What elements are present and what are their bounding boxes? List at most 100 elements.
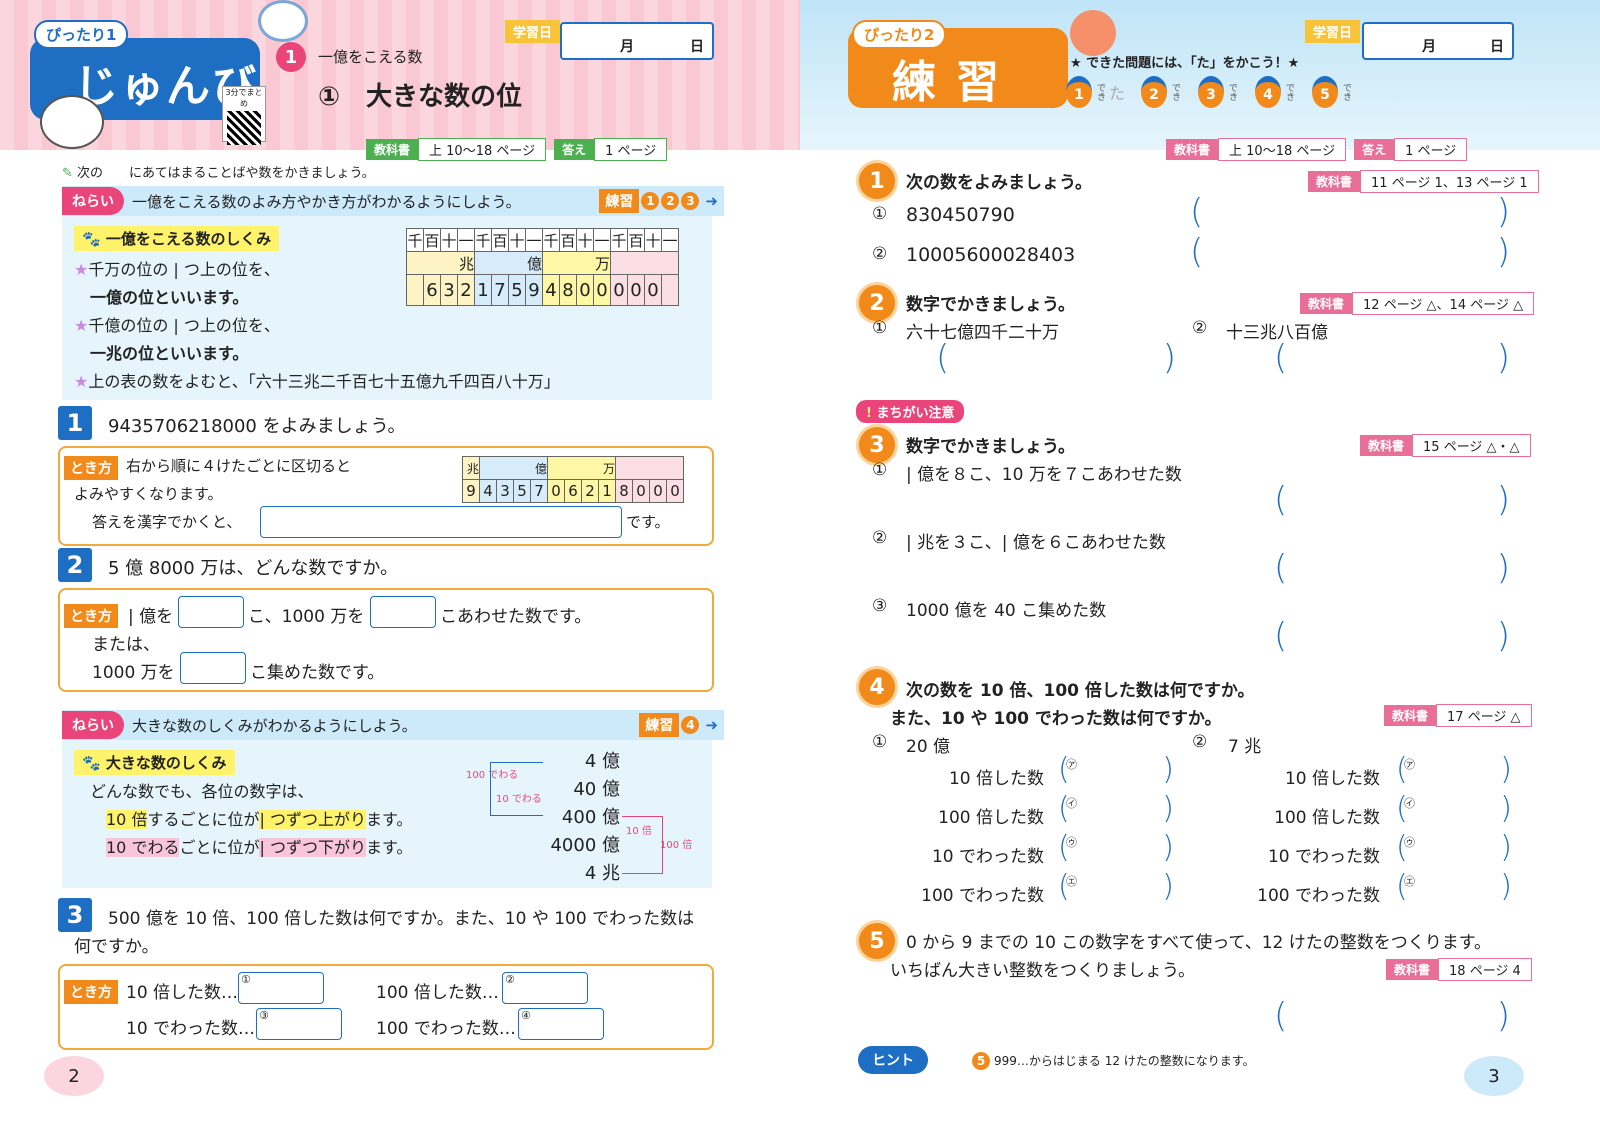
answer-paren-5[interactable]: () <box>1274 480 1510 524</box>
aim-bar-2: ねらい 大きな数のしくみがわかるようにしよう。 練習 4 ➜ <box>62 710 724 740</box>
question-ref: 教科書 15 ページ △・△ <box>1360 434 1531 457</box>
practice-num: 2 <box>661 192 680 210</box>
answer-tag: 答え <box>554 139 595 160</box>
answer-paren-6[interactable]: () <box>1274 548 1510 592</box>
place-head-cell: 十 <box>576 228 594 252</box>
hint-text: 100 倍した数… <box>376 983 499 1003</box>
q4-row-label: 100 倍した数 <box>938 808 1044 828</box>
ref-tag: 教科書 <box>1386 959 1439 980</box>
place-head-cell: 千 <box>542 228 560 252</box>
place-digit-cell: 0 <box>644 274 662 306</box>
answer-mark: ㋑ <box>1404 797 1415 810</box>
q4-row-label: 10 でわった数 <box>1267 847 1380 867</box>
answer-input-4[interactable]: ④ <box>518 1008 604 1040</box>
paren-close-icon: ) <box>1496 996 1510 1036</box>
q4-answer-paren[interactable]: (㋑) <box>1058 791 1174 833</box>
ref-value: 18 ページ 4 <box>1438 958 1532 981</box>
answer-paren-2[interactable]: () <box>1190 232 1510 276</box>
practice-tag: 練習 <box>599 189 640 213</box>
q4-answer-paren[interactable]: (㋑) <box>1396 791 1512 833</box>
multiply-arrow-icon <box>622 816 663 874</box>
highlight: 10 倍 <box>106 810 148 829</box>
split-digit-cell: 0 <box>547 479 565 503</box>
answer-input-3[interactable]: ③ <box>256 1008 342 1040</box>
number-ladder: 4 億 40 億 400 億 4000 億 4 兆 <box>542 748 620 888</box>
concept-line: 10 倍するごとに位が| つずつ上がります。 <box>106 806 412 834</box>
answer-mark: ㋐ <box>1066 758 1077 771</box>
split-digit-cell: 0 <box>666 479 684 503</box>
qr-code[interactable]: 3分でまとめ <box>222 86 266 145</box>
place-head-cell: 十 <box>644 228 662 252</box>
renshu-banner: ぴったり2 練 習 <box>848 20 1068 108</box>
hint-label: ヒント <box>858 1046 928 1074</box>
answer-input-2[interactable]: ② <box>502 972 588 1004</box>
paw-icon: 🐾 <box>82 230 101 248</box>
item-value: 六十七億四千二十万 <box>906 323 1059 343</box>
instruction-text: 次の にあてはまることばや数をかきましょう。 <box>77 166 375 181</box>
answer-mark: ㋒ <box>1066 836 1077 849</box>
qr-label: 3分でまとめ <box>225 88 263 108</box>
answer-input[interactable] <box>370 596 436 628</box>
check-label: でき <box>1341 83 1352 101</box>
place-digit-cell: 1 <box>474 274 492 306</box>
question-number: 3 <box>58 898 92 932</box>
q4-answer-paren[interactable]: (㋒) <box>1396 830 1512 872</box>
highlight: 10 でわる <box>106 838 180 857</box>
paren-open-icon: ( <box>1190 232 1204 272</box>
paren-close-icon: ) <box>1162 338 1176 378</box>
place-digit-cell: 0 <box>593 274 611 306</box>
question-text: 数字でかきましょう。 <box>906 437 1075 457</box>
question-text: 500 億を 10 倍、100 倍した数は何ですか。また、10 や 100 でわ… <box>108 909 695 929</box>
check-num-icon: 3 <box>1198 76 1225 108</box>
answer-input[interactable] <box>178 596 244 628</box>
hint-tag: とき方 <box>64 456 118 480</box>
paren-close-icon: ) <box>1496 232 1510 272</box>
concept-line: 10 でわるごとに位が| つずつ下がります。 <box>106 834 412 862</box>
answer-paren-8[interactable]: () <box>1274 996 1510 1040</box>
q4-answer-paren[interactable]: (㋐) <box>1058 752 1174 794</box>
check-item[interactable]: 5 でき <box>1312 76 1353 108</box>
check-num-icon: 1 <box>1066 76 1092 108</box>
split-unit-cell <box>615 456 684 480</box>
date-field[interactable]: 月 日 <box>560 22 714 60</box>
answer-paren-4[interactable]: () <box>1274 338 1510 382</box>
concept-text: するごとに位が <box>147 810 260 829</box>
answer-paren-7[interactable]: () <box>1274 616 1510 660</box>
answer-paren-1[interactable]: () <box>1190 192 1510 236</box>
q4-answer-paren[interactable]: (㋓) <box>1058 869 1174 911</box>
page-number: 2 <box>44 1056 104 1096</box>
hint-text: 10 でわった数… <box>126 1019 256 1039</box>
ref-value: 12 ページ △、14 ページ △ <box>1352 292 1535 315</box>
q4-answer-paren[interactable]: (㋐) <box>1396 752 1512 794</box>
answer-input[interactable] <box>180 652 246 684</box>
answer-input-1[interactable]: ① <box>238 972 324 1004</box>
date-label: 学習日 <box>1305 20 1361 43</box>
answer-mark: ① <box>241 973 251 986</box>
item-mark: ② <box>1192 732 1208 752</box>
question-text: 次の数をよみましょう。 <box>906 173 1092 193</box>
hint-text: 1000 万を <box>92 663 175 683</box>
question-number: 1 <box>856 160 898 202</box>
day-label: 日 <box>690 39 704 55</box>
check-item[interactable]: 4 でき <box>1255 76 1296 108</box>
date-field[interactable]: 月 日 <box>1362 22 1514 60</box>
aim-text: 大きな数のしくみがわかるようにしよう。 <box>132 716 417 735</box>
ref-tag: 教科書 <box>1360 435 1413 456</box>
concept-box-2: 🐾 大きな数のしくみ どんな数でも、各位の数字は、 10 倍するごとに位が| つ… <box>62 740 712 888</box>
answer-input-kanji[interactable] <box>260 506 622 538</box>
check-item[interactable]: 3 でき <box>1198 76 1239 108</box>
check-item[interactable]: 1 できた <box>1066 76 1125 108</box>
place-head-cell: 千 <box>406 228 424 252</box>
answer-paren-3[interactable]: () <box>936 338 1176 382</box>
answer-mark: ③ <box>259 1009 269 1022</box>
q4-row-label: 10 でわった数 <box>931 847 1044 867</box>
q4-answer-paren[interactable]: (㋒) <box>1058 830 1174 872</box>
ref-value: 17 ページ △ <box>1436 704 1532 727</box>
check-item[interactable]: 2 でき <box>1141 76 1182 108</box>
hint-text: 右から順に４けたごとに区切ると <box>126 457 352 475</box>
place-digit-cell: 7 <box>491 274 509 306</box>
check-label: でき <box>1227 83 1238 101</box>
q4-answer-paren[interactable]: (㋓) <box>1396 869 1512 911</box>
hint-text: または、 <box>92 635 160 655</box>
concept-text: ごとに位が <box>179 838 260 857</box>
